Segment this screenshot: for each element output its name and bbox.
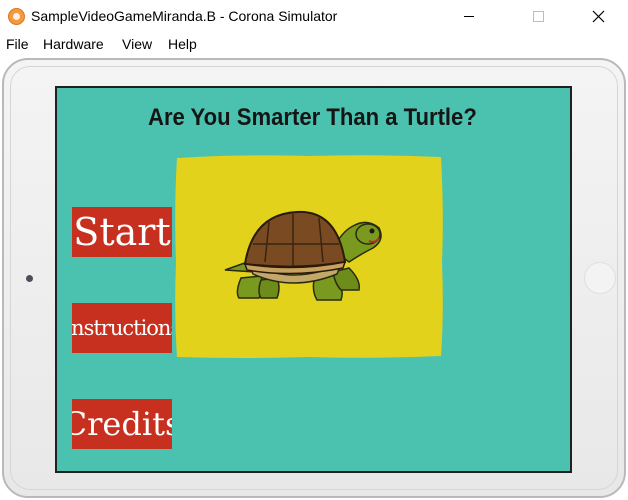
instructions-button[interactable]: Instructions [72, 303, 172, 353]
window-title: SampleVideoGameMiranda.B - Corona Simula… [31, 8, 338, 24]
corona-app-icon [8, 8, 25, 25]
menu-hardware[interactable]: Hardware [43, 36, 104, 52]
menu-file[interactable]: File [6, 36, 29, 52]
camera-icon [26, 275, 33, 282]
close-button[interactable] [575, 0, 621, 33]
turtle-image [173, 152, 445, 360]
credits-button[interactable]: Credits [72, 399, 172, 449]
menu-help[interactable]: Help [168, 36, 197, 52]
credits-button-label: Credits [72, 405, 172, 443]
start-button-label: Start [73, 210, 171, 254]
title-bar: SampleVideoGameMiranda.B - Corona Simula… [0, 0, 628, 33]
instructions-button-label: Instructions [72, 316, 172, 340]
minimize-button[interactable] [446, 0, 492, 33]
maximize-button[interactable] [515, 0, 561, 33]
home-button[interactable] [584, 262, 616, 294]
turtle-illustration [175, 155, 443, 358]
menu-view[interactable]: View [122, 36, 152, 52]
minimize-icon [464, 16, 474, 17]
maximize-icon [533, 11, 544, 22]
menu-bar: File Hardware View Help [0, 33, 628, 55]
close-icon [592, 10, 605, 23]
start-button[interactable]: Start [72, 207, 172, 257]
game-title: Are You Smarter Than a Turtle? [148, 104, 477, 131]
